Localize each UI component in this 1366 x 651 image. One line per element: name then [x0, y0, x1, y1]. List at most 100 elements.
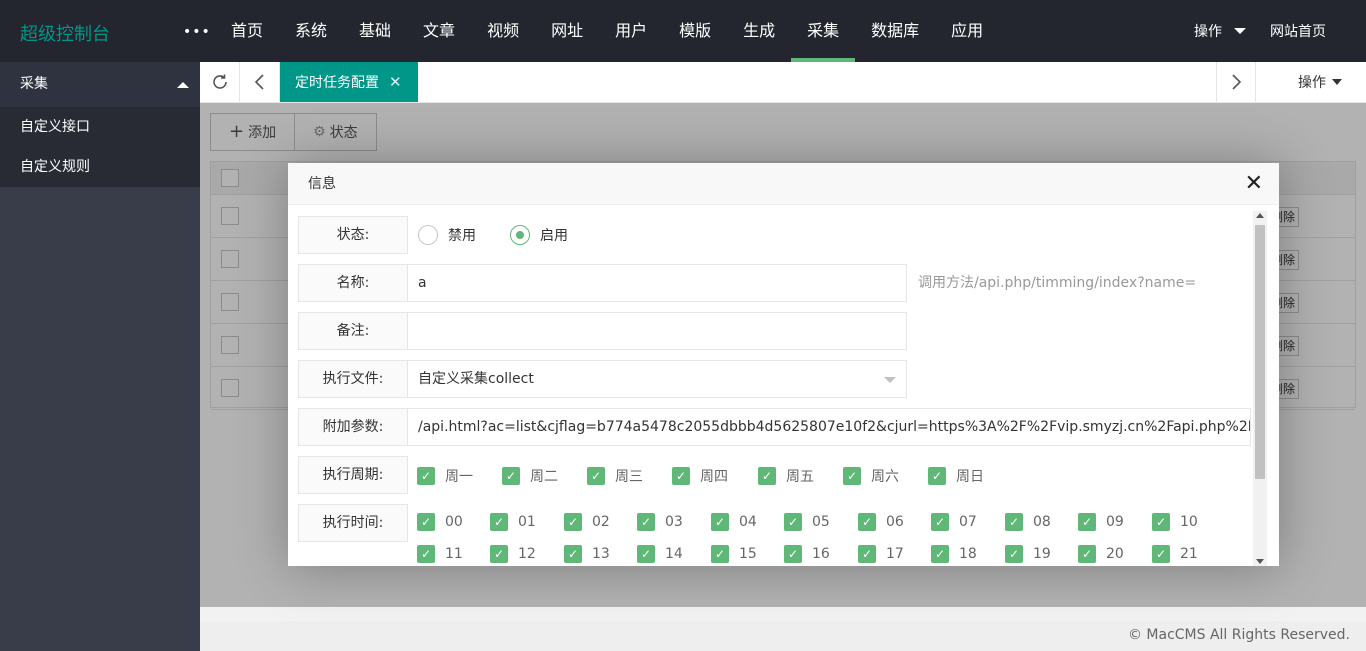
hour-label: 09	[1106, 514, 1124, 530]
hour-label: 10	[1180, 514, 1198, 530]
hour-checkbox[interactable]: ✓ 01	[490, 513, 536, 531]
hour-label: 03	[665, 514, 683, 530]
check-icon: ✓	[1152, 545, 1170, 563]
app-logo[interactable]: 超级控制台	[20, 20, 110, 46]
check-icon: ✓	[417, 467, 435, 485]
hour-label: 16	[812, 546, 830, 562]
weekday-checkbox[interactable]: ✓ 周一	[417, 466, 473, 486]
scroll-down-icon[interactable]	[1256, 559, 1264, 564]
nav-home[interactable]: 首页	[215, 0, 279, 62]
tab-next-button[interactable]	[1216, 62, 1256, 102]
hour-checkbox[interactable]: ✓ 11	[417, 545, 463, 563]
weekday-checkbox[interactable]: ✓ 周五	[758, 466, 814, 486]
dialog-scrollbar[interactable]	[1253, 211, 1267, 566]
tab-prev-button[interactable]	[240, 62, 280, 102]
weekday-label: 周三	[615, 469, 643, 485]
status-row: 状态: 禁用 启用	[298, 216, 1251, 254]
weekday-checkbox[interactable]: ✓ 周三	[587, 466, 643, 486]
hour-checkbox[interactable]: ✓ 16	[784, 545, 830, 563]
hour-checkbox[interactable]: ✓ 21	[1152, 545, 1198, 563]
hour-checkbox[interactable]: ✓ 07	[931, 513, 977, 531]
hour-checkbox[interactable]: ✓ 06	[858, 513, 904, 531]
sidebar-item-custom-api[interactable]: 自定义接口	[0, 107, 200, 147]
more-menu-icon[interactable]: •••	[183, 24, 211, 40]
tab-close-icon[interactable]: ✕	[389, 73, 402, 91]
hour-checkbox[interactable]: ✓ 13	[564, 545, 610, 563]
sidebar-item-custom-rule[interactable]: 自定义规则	[0, 147, 200, 187]
hour-checkbox[interactable]: ✓ 05	[784, 513, 830, 531]
scrollbar-thumb[interactable]	[1255, 225, 1265, 479]
nav-apps[interactable]: 应用	[935, 0, 999, 62]
nav-basic[interactable]: 基础	[343, 0, 407, 62]
hour-checkbox[interactable]: ✓ 03	[637, 513, 683, 531]
hour-checkbox[interactable]: ✓ 12	[490, 545, 536, 563]
nav-article[interactable]: 文章	[407, 0, 471, 62]
file-select[interactable]: 自定义采集collect	[407, 360, 907, 398]
hour-checkbox[interactable]: ✓ 15	[711, 545, 757, 563]
hour-label: 12	[518, 546, 536, 562]
tab-timer-config[interactable]: 定时任务配置 ✕	[280, 62, 418, 102]
hour-checkbox[interactable]: ✓ 10	[1152, 513, 1198, 531]
tab-bar: 定时任务配置 ✕ 操作	[200, 62, 1366, 103]
site-home-link[interactable]: 网站首页	[1270, 21, 1326, 41]
hour-label: 04	[739, 514, 757, 530]
footer: © MacCMS All Rights Reserved.	[200, 621, 1366, 651]
remark-input[interactable]	[407, 312, 907, 350]
weekday-checkbox[interactable]: ✓ 周六	[843, 466, 899, 486]
status-radio-enabled[interactable]: 启用	[510, 225, 568, 245]
nav-url[interactable]: 网址	[535, 0, 599, 62]
hour-checkbox[interactable]: ✓ 14	[637, 545, 683, 563]
top-operate-dropdown[interactable]: 操作	[1194, 21, 1246, 41]
check-icon: ✓	[1005, 545, 1023, 563]
chevron-down-icon	[884, 377, 896, 383]
caret-down-icon	[1332, 79, 1342, 85]
hour-label: 11	[445, 546, 463, 562]
hour-checkbox[interactable]: ✓ 08	[1005, 513, 1051, 531]
weekday-checkbox[interactable]: ✓ 周四	[672, 466, 728, 486]
name-label: 名称:	[298, 264, 408, 302]
hour-checkbox[interactable]: ✓ 00	[417, 513, 463, 531]
nav-database[interactable]: 数据库	[855, 0, 935, 62]
caret-down-icon	[1234, 28, 1246, 34]
nav-video[interactable]: 视频	[471, 0, 535, 62]
info-dialog: 信息 ✕ 状态: 禁用 启用 名称: a 调用方法/api.php/timmin…	[288, 163, 1279, 566]
refresh-button[interactable]	[200, 62, 240, 102]
nav-template[interactable]: 模版	[663, 0, 727, 62]
nav-generate[interactable]: 生成	[727, 0, 791, 62]
weekday-checkbox[interactable]: ✓ 周日	[928, 466, 984, 486]
name-input[interactable]: a	[407, 264, 907, 302]
time-row: 执行时间: ✓ 00 ✓ 01 ✓ 02 ✓ 03 ✓ 04 ✓ 05 ✓ 06 ✓ 07 ✓ 0…	[298, 504, 1251, 566]
tab-operate-dropdown[interactable]: 操作	[1298, 62, 1342, 102]
nav-system[interactable]: 系统	[279, 0, 343, 62]
nav-user[interactable]: 用户	[599, 0, 663, 62]
remark-label: 备注:	[298, 312, 408, 350]
sidebar-group-collect[interactable]: 采集	[0, 62, 200, 107]
hour-checkbox[interactable]: ✓ 17	[858, 545, 904, 563]
caret-up-icon	[177, 82, 189, 88]
check-icon: ✓	[1078, 545, 1096, 563]
weekday-checkbox[interactable]: ✓ 周二	[502, 466, 558, 486]
top-right-menu: 操作 网站首页	[1194, 0, 1366, 62]
scroll-up-icon[interactable]	[1256, 213, 1264, 218]
sidebar: 采集 自定义接口 自定义规则	[0, 62, 200, 651]
check-icon: ✓	[417, 545, 435, 563]
close-icon[interactable]: ✕	[1245, 163, 1263, 205]
hour-checkbox[interactable]: ✓ 20	[1078, 545, 1124, 563]
nav-collect[interactable]: 采集	[791, 0, 856, 62]
check-icon: ✓	[931, 513, 949, 531]
hour-label: 07	[959, 514, 977, 530]
param-input[interactable]: /api.html?ac=list&cjflag=b774a5478c2055d…	[407, 408, 1251, 446]
hour-checkbox[interactable]: ✓ 19	[1005, 545, 1051, 563]
chevron-left-icon	[254, 74, 264, 90]
radio-checked-icon	[510, 225, 530, 245]
hour-checkbox[interactable]: ✓ 09	[1078, 513, 1124, 531]
hour-checkbox[interactable]: ✓ 04	[711, 513, 757, 531]
hour-checkbox[interactable]: ✓ 02	[564, 513, 610, 531]
hour-label: 15	[739, 546, 757, 562]
hour-label: 21	[1180, 546, 1198, 562]
check-icon: ✓	[417, 513, 435, 531]
hour-label: 00	[445, 514, 463, 530]
hour-checkbox[interactable]: ✓ 18	[931, 545, 977, 563]
status-radio-disabled[interactable]: 禁用	[418, 225, 476, 245]
check-icon: ✓	[490, 513, 508, 531]
